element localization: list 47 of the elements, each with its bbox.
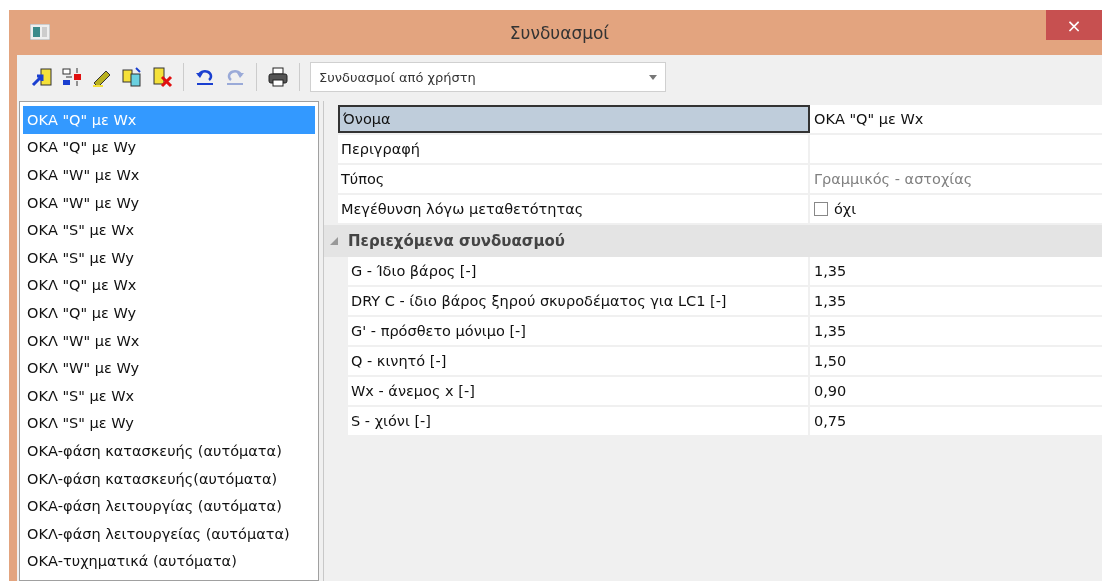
property-value[interactable]: 0,90 <box>810 377 1102 405</box>
property-value[interactable]: 1,35 <box>810 317 1102 345</box>
list-item[interactable]: ΟΚΛ-φάση κατασκευής(αυτόματα) <box>23 464 315 493</box>
list-item[interactable]: ΟΚΛ "Q" με Wx <box>23 271 315 300</box>
checkbox[interactable] <box>814 202 828 216</box>
move-icon[interactable] <box>61 66 83 88</box>
section-title: Περιεχόμενα συνδυασμού <box>348 232 565 250</box>
property-value: Γραμμικός - αστοχίας <box>810 165 1102 193</box>
copy-icon[interactable] <box>121 66 143 88</box>
list-item[interactable]: ΟΚΑ "W" με Wx <box>23 161 315 189</box>
delete-table-icon[interactable] <box>151 66 173 88</box>
property-value[interactable]: 1,50 <box>810 347 1102 375</box>
list-item[interactable]: ΟΚΛ "W" με Wy <box>23 354 315 382</box>
list-item[interactable]: ΟΚΛ "W" με Wx <box>23 326 315 355</box>
list-item[interactable]: ΟΚΑ-τυχηματικά (αυτόματα) <box>23 547 315 576</box>
property-label[interactable]: G - Ίδιο βάρος [-] <box>348 257 810 285</box>
list-item[interactable]: ΟΚΛ-φάση λειτουργείας (αυτόματα) <box>23 519 315 548</box>
window-title: Συνδυασμοί <box>509 22 610 43</box>
close-button[interactable]: × <box>1046 10 1102 40</box>
checkbox-label: όχι <box>834 201 857 217</box>
list-item[interactable]: ΟΚΑ-φάση κατασκευής (αυτόματα) <box>23 437 315 465</box>
property-label[interactable]: Q - κινητό [-] <box>348 347 810 375</box>
property-label[interactable]: Μεγέθυνση λόγω μεταθετότητας <box>338 195 810 223</box>
printer-icon[interactable] <box>267 66 289 88</box>
list-item[interactable]: ΟΚΑ "Q" με Wy <box>23 133 315 162</box>
combination-dropdown[interactable]: Συνδυασμοί από χρήστη <box>310 62 666 92</box>
property-value[interactable]: 1,35 <box>810 287 1102 315</box>
window-icon <box>30 24 50 40</box>
property-label[interactable]: G' - πρόσθετο μόνιμο [-] <box>348 317 810 345</box>
arrow-table-icon[interactable] <box>31 66 53 88</box>
list-item[interactable]: ΟΚΑ "S" με Wx <box>23 216 315 244</box>
property-value[interactable]: 0,75 <box>810 407 1102 435</box>
property-label[interactable]: DRY C - ίδιο βάρος ξηρού σκυροδέματος για LC1 [-] <box>348 287 810 315</box>
list-item[interactable]: ΟΚΛ "Q" με Wy <box>23 299 315 327</box>
caret-icon <box>649 74 657 80</box>
list-item[interactable]: ΟΚΛ "S" με Wy <box>23 409 315 438</box>
list-item[interactable]: ΟΚΑ "S" με Wy <box>23 243 315 272</box>
property-label[interactable]: S - χιόνι [-] <box>348 407 810 435</box>
property-label[interactable]: Περιγραφή <box>338 135 810 163</box>
property-value[interactable]: 1,35 <box>810 257 1102 285</box>
property-label[interactable]: Wx - άνεμος x [-] <box>348 377 810 405</box>
list-item[interactable]: ΟΚΑ-φάση λειτουργίας (αυτόματα) <box>23 492 315 520</box>
property-label[interactable]: Τύπος <box>338 165 810 193</box>
property-value[interactable]: ΟΚΑ "Q" με Wx <box>810 105 1102 133</box>
list-item[interactable]: ΟΚΛ "S" με Wx <box>23 381 315 410</box>
list-item[interactable]: ΟΚΑ "W" με Wy <box>23 188 315 217</box>
property-label[interactable]: Όνομα <box>338 105 810 133</box>
